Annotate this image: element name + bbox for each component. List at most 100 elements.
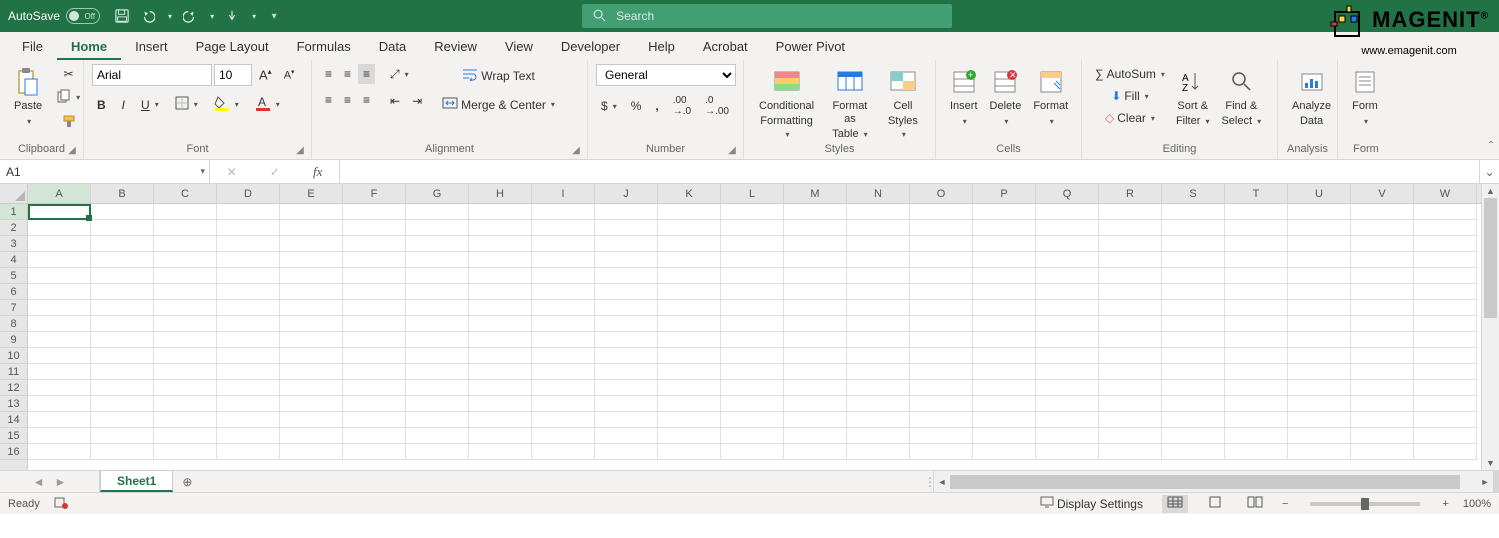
cell[interactable]: [1288, 252, 1351, 268]
cell[interactable]: [658, 428, 721, 444]
touch-mode-icon[interactable]: [224, 8, 240, 24]
cell[interactable]: [1351, 444, 1414, 460]
column-header[interactable]: T: [1225, 184, 1288, 203]
cell[interactable]: [847, 204, 910, 220]
cell[interactable]: [973, 300, 1036, 316]
cell[interactable]: [658, 412, 721, 428]
clear-button[interactable]: ◇Clear▾: [1090, 108, 1170, 128]
cell[interactable]: [28, 332, 91, 348]
tab-view[interactable]: View: [491, 33, 547, 60]
cell[interactable]: [217, 348, 280, 364]
cell[interactable]: [154, 332, 217, 348]
cell[interactable]: [1225, 268, 1288, 284]
cell[interactable]: [1351, 300, 1414, 316]
decrease-font-button[interactable]: A▾: [279, 65, 300, 85]
cell[interactable]: [280, 316, 343, 332]
cell[interactable]: [280, 284, 343, 300]
cell[interactable]: [847, 220, 910, 236]
row-header[interactable]: 11: [0, 364, 27, 380]
row-header[interactable]: 6: [0, 284, 27, 300]
cell[interactable]: [91, 268, 154, 284]
cell[interactable]: [910, 204, 973, 220]
cell[interactable]: [847, 444, 910, 460]
cell[interactable]: [973, 284, 1036, 300]
cell[interactable]: [1225, 236, 1288, 252]
cell[interactable]: [532, 220, 595, 236]
cell[interactable]: [469, 348, 532, 364]
cell[interactable]: [910, 268, 973, 284]
cell[interactable]: [217, 364, 280, 380]
cell-styles-button[interactable]: Cell Styles ▾: [879, 64, 927, 143]
cell[interactable]: [721, 380, 784, 396]
cell[interactable]: [973, 332, 1036, 348]
cell[interactable]: [1225, 412, 1288, 428]
sheet-nav[interactable]: ◄►: [0, 471, 100, 492]
cell[interactable]: [28, 444, 91, 460]
cell[interactable]: [721, 252, 784, 268]
tab-insert[interactable]: Insert: [121, 33, 182, 60]
cell[interactable]: [847, 252, 910, 268]
cell[interactable]: [595, 380, 658, 396]
cell[interactable]: [595, 412, 658, 428]
normal-view-button[interactable]: [1162, 495, 1188, 513]
cell[interactable]: [847, 316, 910, 332]
cell[interactable]: [1288, 220, 1351, 236]
cell[interactable]: [1099, 220, 1162, 236]
cell[interactable]: [406, 252, 469, 268]
tab-file[interactable]: File: [8, 33, 57, 60]
cell[interactable]: [784, 316, 847, 332]
column-header[interactable]: A: [28, 184, 91, 203]
font-size-combo[interactable]: [214, 64, 252, 86]
column-header[interactable]: L: [721, 184, 784, 203]
cell[interactable]: [1225, 332, 1288, 348]
column-header[interactable]: E: [280, 184, 343, 203]
cell[interactable]: [847, 428, 910, 444]
cell[interactable]: [532, 444, 595, 460]
cell[interactable]: [469, 204, 532, 220]
cell[interactable]: [1351, 204, 1414, 220]
cell[interactable]: [217, 284, 280, 300]
cell[interactable]: [910, 332, 973, 348]
font-color-button[interactable]: A▾: [250, 92, 285, 117]
cell[interactable]: [1351, 348, 1414, 364]
cell[interactable]: [784, 412, 847, 428]
increase-decimal-button[interactable]: .00→.0: [668, 92, 696, 120]
cell[interactable]: [1414, 380, 1477, 396]
cell[interactable]: [532, 252, 595, 268]
decrease-indent-button[interactable]: ⇤: [385, 91, 405, 111]
form-button[interactable]: Form▾: [1346, 64, 1384, 130]
sort-filter-button[interactable]: AZSort &Filter ▾: [1170, 64, 1216, 130]
cell[interactable]: [784, 204, 847, 220]
cell[interactable]: [406, 204, 469, 220]
cell[interactable]: [217, 380, 280, 396]
paste-button[interactable]: Paste ▾: [8, 64, 48, 130]
cell[interactable]: [532, 348, 595, 364]
column-header[interactable]: U: [1288, 184, 1351, 203]
cell[interactable]: [1036, 412, 1099, 428]
cell[interactable]: [91, 348, 154, 364]
row-header[interactable]: 7: [0, 300, 27, 316]
cell[interactable]: [343, 300, 406, 316]
hscroll-thumb[interactable]: [950, 475, 1460, 489]
cell[interactable]: [784, 348, 847, 364]
cell[interactable]: [91, 284, 154, 300]
cell[interactable]: [343, 380, 406, 396]
cell[interactable]: [784, 252, 847, 268]
cell[interactable]: [154, 252, 217, 268]
underline-dropdown-icon[interactable]: ▾: [155, 100, 159, 109]
cell[interactable]: [217, 268, 280, 284]
cell[interactable]: [280, 396, 343, 412]
cell[interactable]: [217, 428, 280, 444]
cell[interactable]: [154, 316, 217, 332]
cell[interactable]: [343, 332, 406, 348]
cell[interactable]: [1414, 428, 1477, 444]
cell[interactable]: [1225, 444, 1288, 460]
fill-color-dropdown-icon[interactable]: ▾: [235, 100, 239, 109]
column-header[interactable]: R: [1099, 184, 1162, 203]
cell[interactable]: [784, 364, 847, 380]
cell[interactable]: [154, 444, 217, 460]
column-header[interactable]: N: [847, 184, 910, 203]
cell[interactable]: [784, 380, 847, 396]
cell[interactable]: [973, 204, 1036, 220]
cell[interactable]: [1036, 300, 1099, 316]
